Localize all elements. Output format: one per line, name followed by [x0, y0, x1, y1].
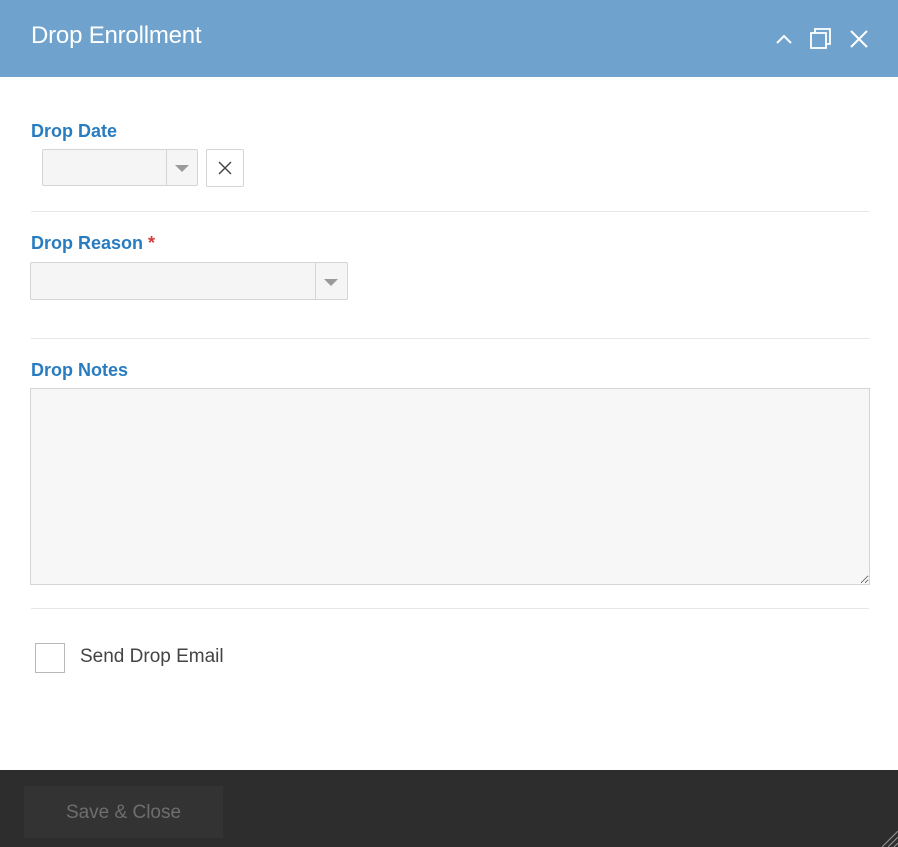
divider: [31, 211, 869, 212]
drop-date-label: Drop Date: [31, 121, 118, 141]
divider: [31, 338, 869, 339]
drop-reason-dropdown-button[interactable]: [315, 263, 347, 299]
drop-reason-label-text: Drop Reason: [31, 233, 144, 253]
drop-date-input[interactable]: [43, 150, 167, 185]
drop-date-dropdown-button[interactable]: [166, 150, 197, 185]
collapse-button[interactable]: [771, 26, 797, 52]
dialog-titlebar: Drop Enrollment: [0, 0, 898, 77]
send-drop-email-checkbox[interactable]: [35, 643, 65, 673]
required-marker: *: [148, 233, 156, 253]
drop-reason-select[interactable]: [30, 262, 348, 300]
divider: [31, 608, 869, 609]
x-icon: [218, 161, 232, 175]
drop-notes-textarea[interactable]: [30, 388, 870, 585]
drop-enrollment-dialog: Drop Enrollment Drop Date Drop Reason * …: [0, 0, 898, 847]
resize-grip-icon[interactable]: [878, 827, 898, 847]
send-drop-email-label[interactable]: Send Drop Email: [80, 646, 224, 668]
dialog-title: Drop Enrollment: [31, 22, 202, 49]
close-icon: [850, 30, 868, 48]
dialog-footer: Save & Close: [0, 770, 898, 847]
clear-date-button[interactable]: [206, 149, 244, 187]
chevron-up-icon: [776, 34, 792, 44]
close-button[interactable]: [846, 26, 872, 52]
drop-date-picker: [42, 149, 198, 186]
save-and-close-button[interactable]: Save & Close: [24, 786, 223, 838]
drop-notes-label: Drop Notes: [31, 360, 129, 380]
maximize-icon: [810, 28, 831, 49]
maximize-button[interactable]: [808, 26, 834, 52]
drop-reason-label: Drop Reason *: [31, 233, 155, 254]
